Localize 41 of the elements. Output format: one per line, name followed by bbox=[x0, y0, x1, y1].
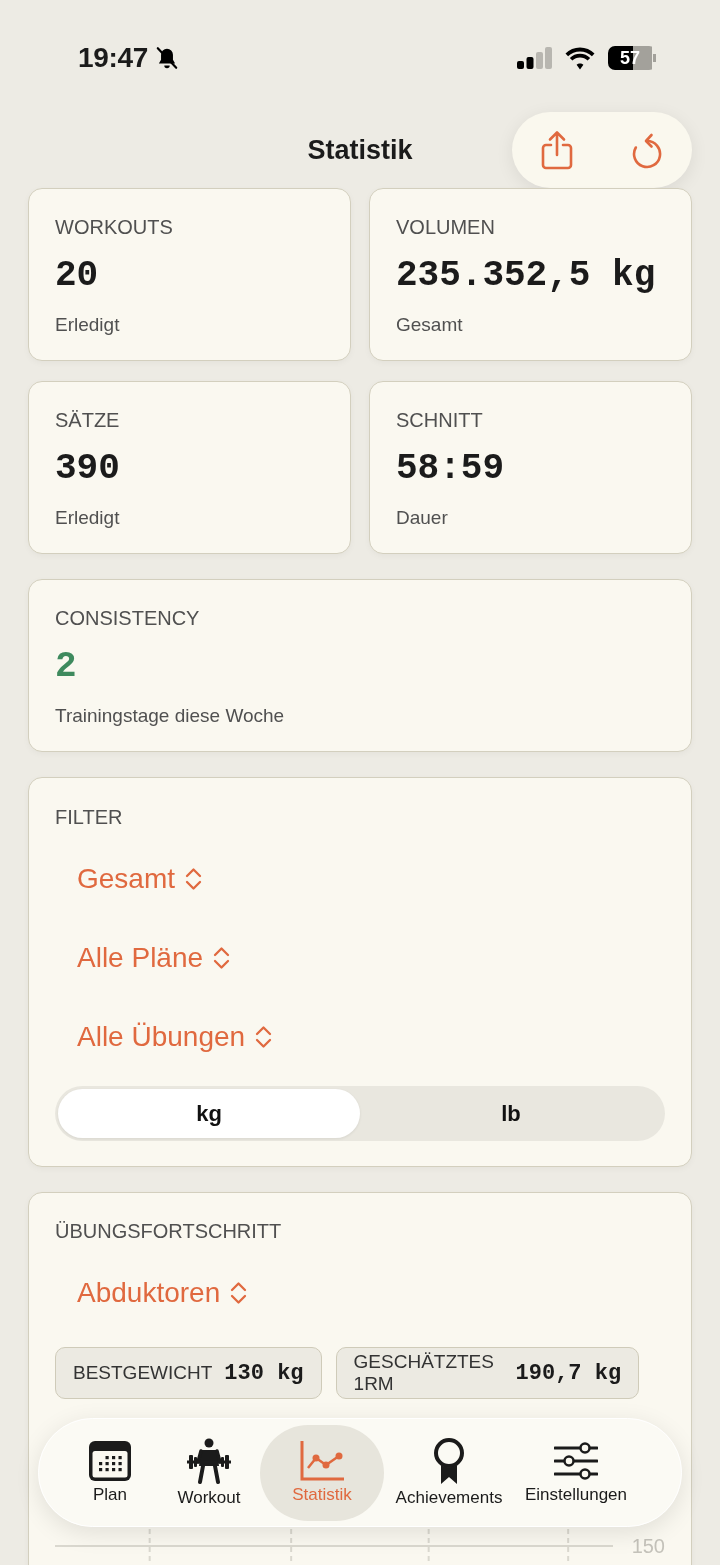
chevron-up-down-icon bbox=[230, 1280, 248, 1306]
cellular-signal-icon bbox=[517, 47, 552, 69]
stat-value: 58:59 bbox=[396, 447, 505, 491]
chevron-up-down-icon bbox=[255, 1024, 273, 1050]
chevron-up-down-icon bbox=[185, 866, 203, 892]
stat-caption: Erledigt bbox=[55, 314, 120, 336]
calendar-icon bbox=[89, 1440, 131, 1481]
section-label: FILTER bbox=[55, 805, 123, 829]
stat-caption: Erledigt bbox=[55, 507, 120, 529]
weightlifter-icon bbox=[185, 1437, 233, 1484]
section-label: ÜBUNGSFORTSCHRITT bbox=[55, 1219, 282, 1243]
stat-label: VOLUMEN bbox=[396, 215, 495, 239]
sliders-icon bbox=[554, 1440, 598, 1481]
unit-segment[interactable]: kg bbox=[58, 1089, 360, 1138]
stat-label: SCHNITT bbox=[396, 408, 483, 432]
stat-caption: Dauer bbox=[396, 507, 448, 529]
status-time: 19:47 bbox=[78, 42, 149, 74]
tab-item[interactable]: Achievements bbox=[390, 1424, 508, 1521]
stat-value: 235.352,5 kg bbox=[396, 254, 656, 298]
tab-item[interactable]: Plan bbox=[62, 1424, 158, 1521]
stat-value: 390 bbox=[55, 447, 120, 491]
share-icon bbox=[540, 130, 574, 170]
stat-label: CONSISTENCY bbox=[55, 606, 200, 630]
stat-caption: Trainingstage diese Woche bbox=[55, 705, 285, 727]
line-chart-icon bbox=[300, 1440, 344, 1481]
badge-value: 130 kg bbox=[224, 1360, 304, 1386]
wifi-icon bbox=[564, 46, 596, 70]
badge-label: GESCHÄTZTES 1RM bbox=[353, 1351, 495, 1395]
page-title: Statistik bbox=[307, 134, 413, 166]
badge-label: BESTGEWICHT bbox=[73, 1362, 213, 1384]
award-ribbon-icon bbox=[432, 1437, 466, 1484]
stat-label: WORKOUTS bbox=[55, 215, 173, 239]
badge-value: 190,7 kg bbox=[515, 1360, 622, 1386]
tab-item[interactable]: Workout bbox=[164, 1424, 254, 1521]
unit-segment[interactable]: lb bbox=[360, 1089, 662, 1138]
tab-item[interactable]: Einstellungen bbox=[514, 1424, 638, 1521]
stat-value: 2 bbox=[55, 645, 77, 689]
stat-value: 20 bbox=[55, 254, 99, 298]
chevron-up-down-icon bbox=[213, 945, 231, 971]
stat-label: SÄTZE bbox=[55, 408, 120, 432]
stat-caption: Gesamt bbox=[396, 314, 463, 336]
